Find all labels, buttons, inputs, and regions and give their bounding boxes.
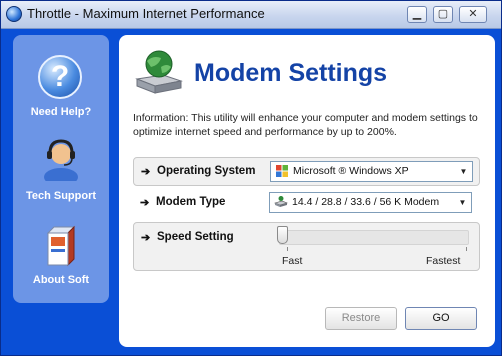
title-bar[interactable]: Throttle - Maximum Internet Performance … [1,1,501,29]
sidebar-item-about-soft[interactable]: About Soft [13,209,109,293]
operating-system-value: Microsoft ® Windows XP [293,165,409,177]
arrow-right-icon: ➔ [141,232,151,244]
speed-max-label: Fastest [426,255,461,267]
operating-system-label: Operating System [157,165,256,177]
modem-type-label: Modem Type [156,196,226,208]
go-button[interactable]: GO [405,307,477,330]
modem-type-select[interactable]: 14.4 / 28.8 / 33.6 / 56 K Modem ▼ [269,192,472,213]
modem-type-value: 14.4 / 28.8 / 33.6 / 56 K Modem [292,196,440,208]
modem-icon [274,196,288,207]
minimize-button[interactable]: ▁ [407,6,427,23]
page-title: Modem Settings [194,59,388,87]
sidebar-item-label: Tech Support [25,190,97,202]
operating-system-select[interactable]: Microsoft ® Windows XP ▼ [270,161,473,182]
main-panel: Modem Settings Information: This utility… [119,35,495,347]
speed-slider-ticks [287,247,467,251]
modem-globe-icon [135,50,183,94]
sidebar-item-label: About Soft [32,274,90,286]
close-button[interactable]: ✕ [459,6,487,23]
operating-system-row: ➔ Operating System Microsoft ® Windows X… [133,157,480,186]
headset-support-icon [44,139,78,181]
arrow-right-icon: ➔ [141,166,151,178]
chevron-down-icon[interactable]: ▼ [455,194,470,211]
speed-setting-label: Speed Setting [157,231,234,243]
speed-slider-track[interactable] [279,230,469,245]
maximize-button[interactable]: ▢ [433,6,453,23]
sidebar-item-label: Need Help? [30,106,92,118]
question-icon: ? [38,55,82,99]
software-box-icon [46,225,76,267]
speed-slider-thumb[interactable] [277,226,288,244]
app-window: Throttle - Maximum Internet Performance … [0,0,502,356]
speed-setting-row: ➔ Speed Setting Fast Fastest [133,222,480,271]
restore-button[interactable]: Restore [325,307,397,330]
chevron-down-icon[interactable]: ▼ [456,163,471,180]
sidebar-item-tech-support[interactable]: Tech Support [13,125,109,209]
sidebar: ? Need Help? Tech Support About Soft [13,35,109,303]
info-text: Information: This utility will enhance y… [133,112,478,138]
sidebar-item-need-help[interactable]: ? Need Help? [13,35,109,125]
window-title: Throttle - Maximum Internet Performance [27,6,265,21]
globe-app-icon [6,6,22,22]
arrow-right-icon: ➔ [140,197,150,209]
windows-logo-icon [276,165,288,177]
speed-min-label: Fast [282,255,303,267]
modem-type-row: ➔ Modem Type 14.4 / 28.8 / 33.6 / 56 K M… [133,189,480,218]
